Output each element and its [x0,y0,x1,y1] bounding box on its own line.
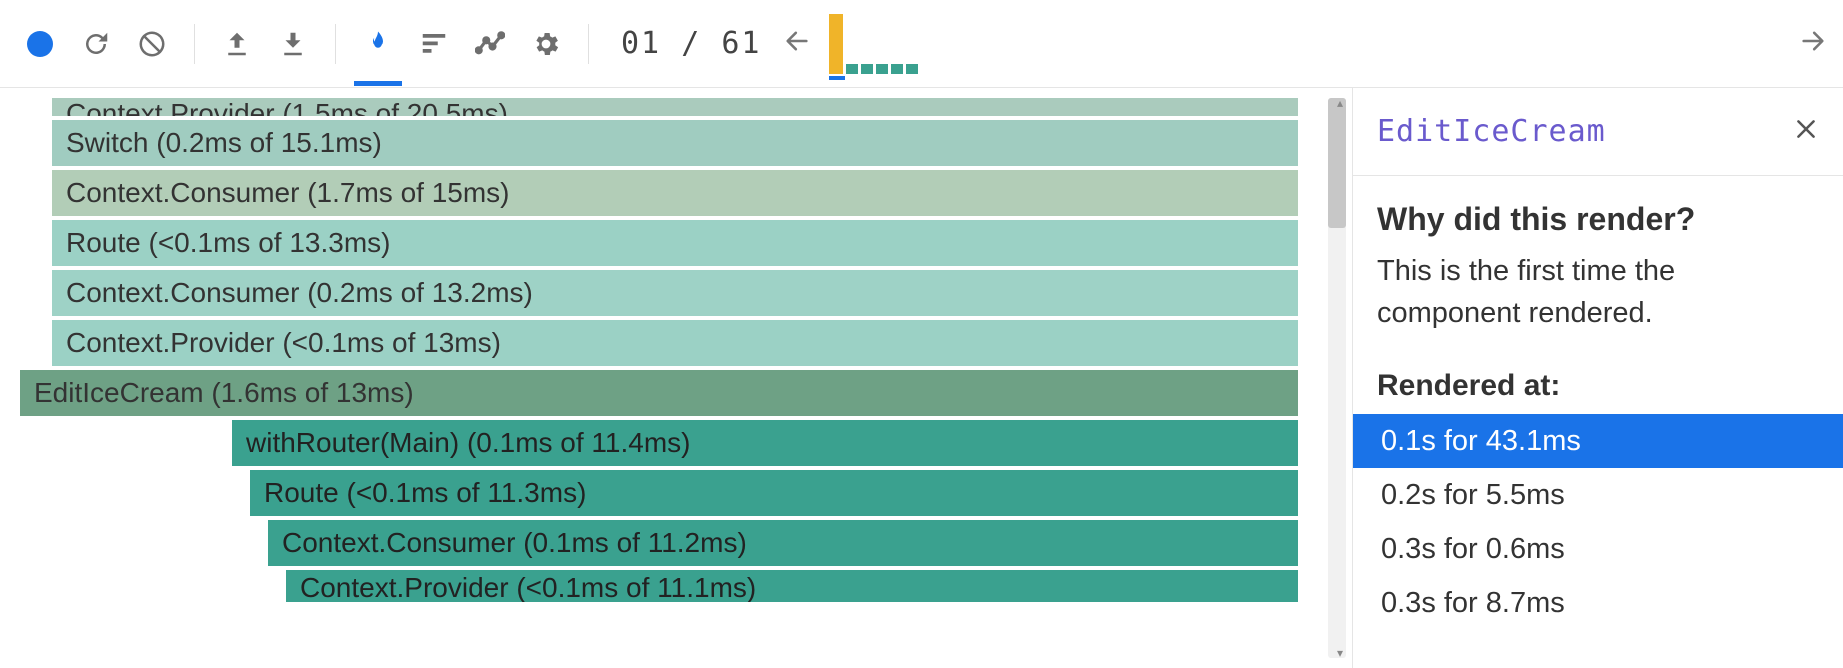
ban-icon [137,29,167,59]
scrollbar-thumb[interactable] [1328,98,1346,228]
ranked-tab[interactable] [410,20,458,68]
scroll-up-icon[interactable]: ▴ [1337,96,1343,110]
why-render-heading: Why did this render? [1377,196,1819,242]
flamegraph-scrollbar[interactable]: ▴ ▾ [1326,98,1346,658]
main-split: Context.Provider (1.5ms of 20.5ms) Switch… [0,88,1843,668]
flame-row[interactable]: Route (<0.1ms of 13.3ms) [52,220,1298,266]
toolbar-separator [194,24,195,64]
why-render-body: This is the first time the component ren… [1377,250,1819,334]
ranked-icon [419,29,449,59]
render-list-item[interactable]: 0.2s for 5.5ms [1353,468,1843,522]
flame-row-label: Context.Provider (<0.1ms of 13ms) [66,327,501,359]
upload-icon [222,29,252,59]
selected-component-name: EditIceCream [1377,114,1606,149]
flame-row[interactable]: Switch (0.2ms of 15.1ms) [52,120,1298,166]
commit-counter: 01 / 61 [607,26,775,61]
flame-row[interactable]: Context.Provider (<0.1ms of 11.1ms) [286,570,1298,602]
flame-row[interactable]: Context.Provider (<0.1ms of 13ms) [52,320,1298,366]
commit-nav [783,8,1827,80]
toolbar-separator [588,24,589,64]
commit-total: 61 [721,26,761,61]
gear-icon [531,29,561,59]
sidebar-body: Why did this render? This is the first t… [1353,176,1843,650]
flame-row[interactable]: Context.Provider (1.5ms of 20.5ms) [52,98,1298,116]
scroll-down-icon[interactable]: ▾ [1337,646,1343,660]
clear-button[interactable] [128,20,176,68]
flame-row-label: EditIceCream (1.6ms of 13ms) [34,377,414,409]
commit-bar[interactable] [829,14,843,74]
commit-bar[interactable] [861,64,873,74]
details-sidebar: EditIceCream Why did this render? This i… [1353,88,1843,668]
rendered-at-heading: Rendered at: [1377,364,1819,408]
flame-row-label: Context.Provider (<0.1ms of 11.1ms) [300,572,756,602]
render-list: 0.1s for 43.1ms0.2s for 5.5ms0.3s for 0.… [1353,414,1843,630]
sidebar-header: EditIceCream [1353,88,1843,176]
flamegraph-panel: Context.Provider (1.5ms of 20.5ms) Switch… [0,88,1353,668]
commit-next[interactable] [1799,27,1827,60]
close-icon [1793,116,1819,142]
commit-current: 01 [621,26,661,61]
settings-button[interactable] [522,20,570,68]
download-icon [278,29,308,59]
commit-prev[interactable] [783,27,811,60]
reload-button[interactable] [72,20,120,68]
flame-row[interactable]: Context.Consumer (1.7ms of 15ms) [52,170,1298,216]
flame-row-label: withRouter(Main) (0.1ms of 11.4ms) [246,427,691,459]
flame-row[interactable]: Route (<0.1ms of 11.3ms) [250,470,1298,516]
flame-row[interactable]: Context.Consumer (0.2ms of 13.2ms) [52,270,1298,316]
commit-bar[interactable] [906,64,918,74]
toolbar-separator [335,24,336,64]
record-button[interactable] [16,20,64,68]
flame-row-label: Context.Provider (1.5ms of 20.5ms) [66,98,508,116]
timeline-icon [475,29,505,59]
render-list-item[interactable]: 0.1s for 43.1ms [1353,414,1843,468]
close-sidebar-button[interactable] [1793,116,1819,147]
commit-bar[interactable] [846,64,858,74]
arrow-right-icon [1799,27,1827,55]
reload-icon [81,29,111,59]
record-icon [27,31,53,57]
render-list-item[interactable]: 0.3s for 0.6ms [1353,522,1843,576]
flame-row-label: Route (<0.1ms of 13.3ms) [66,227,390,259]
flame-row[interactable]: withRouter(Main) (0.1ms of 11.4ms) [232,420,1298,466]
flame-row-label: Context.Consumer (0.2ms of 13.2ms) [66,277,533,309]
flame-row[interactable]: Context.Consumer (0.1ms of 11.2ms) [268,520,1298,566]
commit-separator: / [681,26,701,61]
export-button[interactable] [269,20,317,68]
interactions-tab[interactable] [466,20,514,68]
commit-selection-indicator [829,76,845,80]
import-button[interactable] [213,20,261,68]
flame-icon [363,29,393,59]
flame-row-label: Context.Consumer (0.1ms of 11.2ms) [282,527,747,559]
flamegraph-tab[interactable] [354,20,402,68]
commit-bar[interactable] [876,64,888,74]
profiler-toolbar: 01 / 61 [0,0,1843,88]
flame-row-label: Route (<0.1ms of 11.3ms) [264,477,586,509]
commit-bar-chart[interactable] [829,8,1781,80]
commit-bar[interactable] [891,64,903,74]
flame-row-label: Switch (0.2ms of 15.1ms) [66,127,382,159]
flame-row-label: Context.Consumer (1.7ms of 15ms) [66,177,510,209]
flamegraph-rows: Context.Provider (1.5ms of 20.5ms) Switch… [20,98,1298,602]
arrow-left-icon [783,27,811,55]
render-list-item[interactable]: 0.3s for 8.7ms [1353,576,1843,630]
flame-row-selected[interactable]: EditIceCream (1.6ms of 13ms) [20,370,1298,416]
